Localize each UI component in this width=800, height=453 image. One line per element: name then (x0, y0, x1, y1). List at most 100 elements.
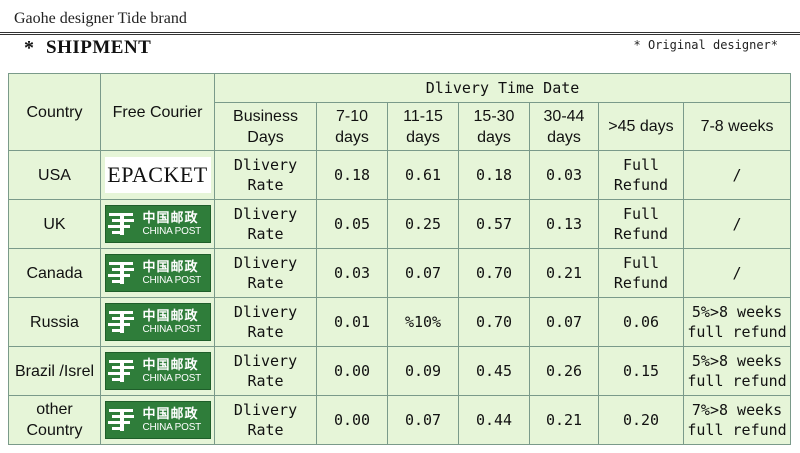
china-post-en-label: CHINA POST (142, 274, 202, 286)
rate-30-44-cell: 0.03 (529, 150, 599, 200)
courier-cell: 中国邮政 CHINA POST (100, 297, 215, 347)
rate-label-line: Rate (247, 421, 284, 439)
rate-label-line: Dlivery (233, 401, 298, 419)
rate-label-line: Rate (247, 176, 284, 194)
china-post-logo: 中国邮政 CHINA POST (104, 302, 211, 341)
china-post-emblem-icon (107, 359, 134, 382)
title-star: * (24, 37, 34, 59)
rate-45-line: Full (622, 254, 660, 272)
table-row: Russia 中国邮政 CHINA POST Dlivery Rate 0.01… (8, 297, 792, 347)
days-11-15-header: 11-15 days (387, 102, 459, 151)
china-post-cn-label: 中国邮政 (142, 308, 199, 324)
business-days-header: Business Days (214, 102, 317, 151)
rate-7-10-cell: 0.05 (316, 199, 388, 249)
weeks-line: full refund (687, 421, 787, 439)
rate-45-cell: 0.15 (598, 346, 684, 396)
rate-label-line: Dlivery (233, 205, 298, 223)
china-post-en-label: CHINA POST (142, 323, 202, 335)
courier-cell: 中国邮政 CHINA POST (100, 199, 215, 249)
china-post-cn-label: 中国邮政 (142, 210, 199, 226)
weeks-line: 7%>8 weeks (691, 401, 783, 419)
weeks-line: full refund (687, 323, 787, 341)
country-cell: USA (8, 150, 101, 200)
rate-label-cell: Dlivery Rate (214, 248, 317, 298)
rate-30-44-cell: 0.21 (529, 248, 599, 298)
rate-45-cell: Full Refund (598, 248, 684, 298)
table-row: Canada 中国邮政 CHINA POST Dlivery Rate 0.03… (8, 248, 792, 298)
rate-11-15-cell: 0.07 (387, 395, 459, 445)
weeks-line: / (732, 215, 742, 233)
rate-7-10-cell: 0.00 (316, 395, 388, 445)
courier-cell: 中国邮政 CHINA POST (100, 395, 215, 445)
rate-45-line: 0.20 (622, 411, 660, 429)
rate-11-15-cell: 0.61 (387, 150, 459, 200)
days-15-30-header: 15-30 days (458, 102, 530, 151)
designer-note: * Original designer* (633, 38, 779, 52)
rate-7-10-cell: 0.03 (316, 248, 388, 298)
table-row: other Country 中国邮政 CHINA POST Dlivery Ra… (8, 395, 792, 445)
rate-15-30-cell: 0.18 (458, 150, 530, 200)
china-post-emblem-icon (107, 310, 134, 333)
courier-cell: 中国邮政 CHINA POST (100, 346, 215, 396)
rate-15-30-cell: 0.45 (458, 346, 530, 396)
china-post-cn-label: 中国邮政 (142, 259, 199, 275)
country-cell: Russia (8, 297, 101, 347)
rate-45-cell: Full Refund (598, 150, 684, 200)
rate-label-line: Dlivery (233, 156, 298, 174)
rate-45-line: 0.06 (622, 313, 660, 331)
rate-30-44-cell: 0.26 (529, 346, 599, 396)
china-post-logo: 中国邮政 CHINA POST (104, 351, 211, 390)
country-header: Country (8, 73, 101, 151)
rate-45-cell: 0.06 (598, 297, 684, 347)
china-post-cn-label: 中国邮政 (142, 406, 199, 422)
rate-15-30-cell: 0.44 (458, 395, 530, 445)
rate-label-line: Dlivery (233, 303, 298, 321)
rate-label-cell: Dlivery Rate (214, 297, 317, 347)
china-post-logo: 中国邮政 CHINA POST (104, 400, 211, 439)
china-post-en-label: CHINA POST (142, 372, 202, 384)
courier-header: Free Courier (100, 73, 215, 151)
page-title: SHIPMENT (46, 37, 152, 58)
rate-label-cell: Dlivery Rate (214, 199, 317, 249)
rate-label-line: Dlivery (233, 254, 298, 272)
rate-label-line: Rate (247, 372, 284, 390)
rate-30-44-cell: 0.13 (529, 199, 599, 249)
china-post-emblem-icon (107, 212, 134, 235)
weeks-7-8-cell: 5%>8 weeks full refund (682, 346, 792, 396)
rate-11-15-cell: %10% (387, 297, 459, 347)
divider-line (0, 34, 800, 35)
days-7-10-header: 7-10 days (316, 102, 388, 151)
courier-cell: EPACKET (100, 150, 215, 200)
rate-11-15-cell: 0.09 (387, 346, 459, 396)
china-post-emblem-icon (107, 408, 134, 431)
courier-cell: 中国邮政 CHINA POST (100, 248, 215, 298)
rate-label-line: Rate (247, 323, 284, 341)
china-post-en-label: CHINA POST (142, 421, 202, 433)
rate-45-line: Refund (613, 225, 669, 243)
rate-30-44-cell: 0.21 (529, 395, 599, 445)
rate-45-cell: 0.20 (598, 395, 684, 445)
weeks-line: / (732, 166, 742, 184)
rate-label-line: Rate (247, 274, 284, 292)
china-post-emblem-icon (107, 261, 134, 284)
rate-11-15-cell: 0.07 (387, 248, 459, 298)
weeks-7-8-cell: / (682, 248, 792, 298)
brand-name: Gaohe designer Tide brand (14, 10, 187, 27)
rate-45-line: Full (622, 205, 660, 223)
rate-label-line: Dlivery (233, 352, 298, 370)
china-post-cn-label: 中国邮政 (142, 357, 199, 373)
country-cell: Canada (8, 248, 101, 298)
weeks-7-8-cell: 7%>8 weeks full refund (682, 395, 792, 445)
rate-45-cell: Full Refund (598, 199, 684, 249)
days-45-header: >45 days (598, 102, 684, 151)
rate-label-cell: Dlivery Rate (214, 395, 317, 445)
rate-7-10-cell: 0.00 (316, 346, 388, 396)
rate-label-line: Rate (247, 225, 284, 243)
rate-7-10-cell: 0.18 (316, 150, 388, 200)
china-post-logo: 中国邮政 CHINA POST (104, 253, 211, 292)
rate-15-30-cell: 0.70 (458, 297, 530, 347)
rate-11-15-cell: 0.25 (387, 199, 459, 249)
weeks-7-8-cell: 5%>8 weeks full refund (682, 297, 792, 347)
rate-45-line: Full (622, 156, 660, 174)
rate-label-cell: Dlivery Rate (214, 150, 317, 200)
